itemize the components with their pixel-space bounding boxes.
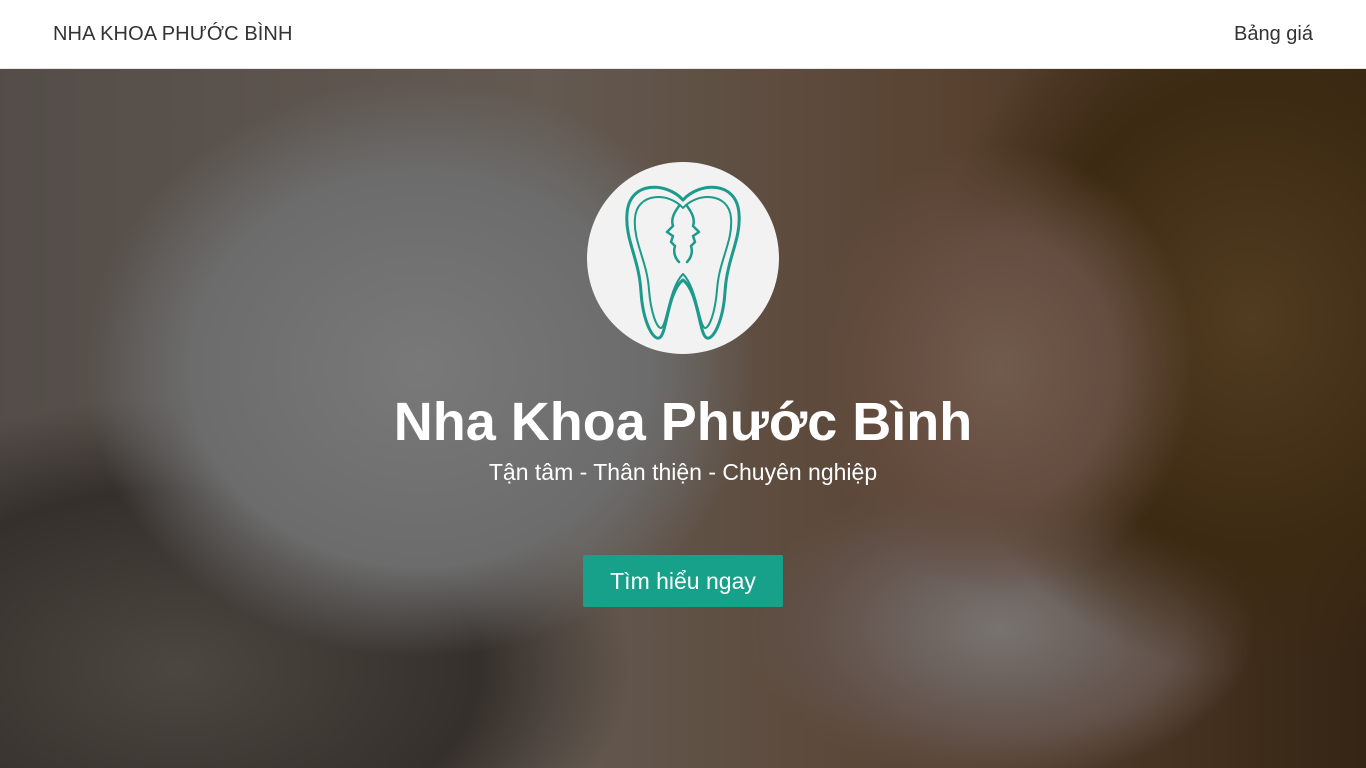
tooth-faces-icon [625,185,741,340]
hero-subtitle: Tận tâm - Thân thiện - Chuyên nghiệp [488,459,878,485]
top-navbar: NHA KHOA PHƯỚC BÌNH Bảng giá [0,0,1366,69]
brand-link[interactable]: NHA KHOA PHƯỚC BÌNH [53,23,293,46]
hero-title: Nha Khoa Phước Bình [393,392,973,452]
nav-link-price-list[interactable]: Bảng giá [1234,23,1313,46]
hero-section: Nha Khoa Phước Bình Tận tâm - Thân thiện… [0,69,1366,768]
learn-more-button[interactable]: Tìm hiểu ngay [583,555,783,607]
clinic-logo [587,162,779,354]
